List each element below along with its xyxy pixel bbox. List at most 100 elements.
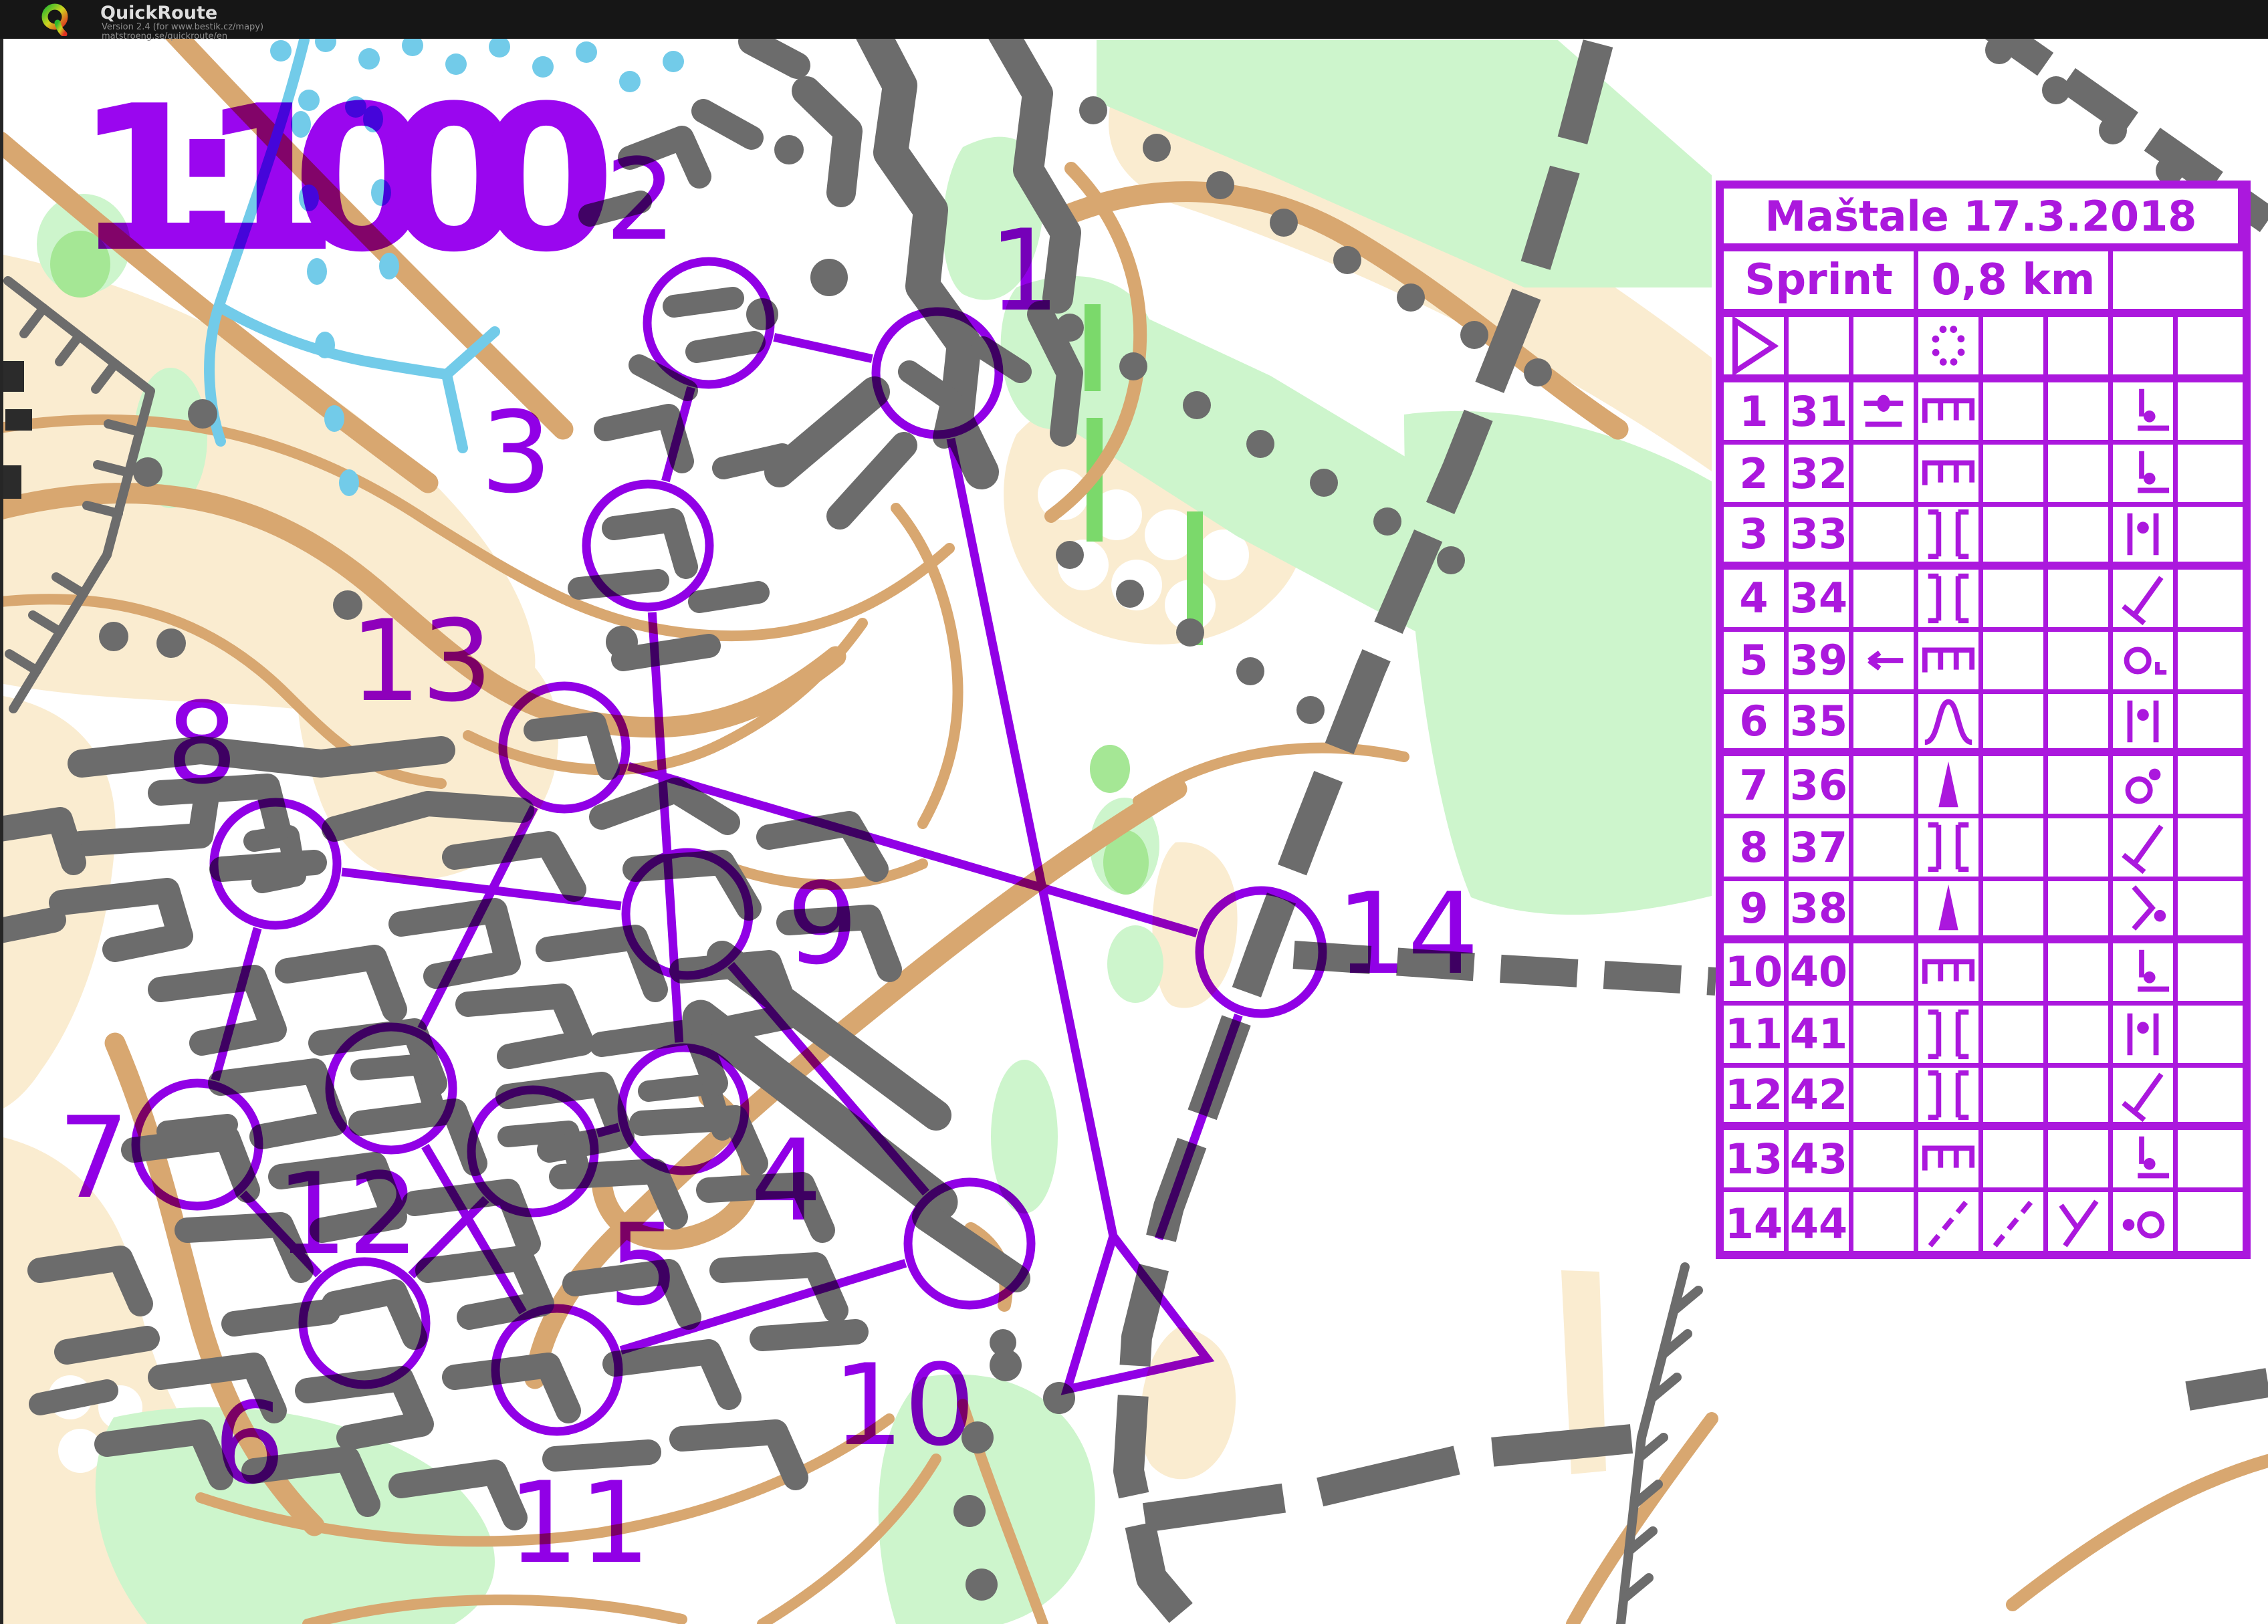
cs-colG-cell xyxy=(2113,1006,2178,1068)
dash-line-icon xyxy=(1919,1195,1978,1252)
cs-code-cell: 35 xyxy=(1789,694,1853,756)
cs-code-cell: 33 xyxy=(1789,507,1853,569)
control-number-label-6: 6 xyxy=(214,1378,286,1509)
cs-colC-cell xyxy=(1853,507,1918,569)
window-left-border xyxy=(0,0,3,1624)
control-number-label-2: 2 xyxy=(605,134,677,265)
cs-colC-cell xyxy=(1853,694,1918,756)
cs-colD-cell xyxy=(1918,818,1983,881)
cs-colH-cell xyxy=(2178,1192,2243,1254)
cs-colE-cell xyxy=(1983,943,2048,1006)
cs-colC-cell xyxy=(1853,756,1918,818)
cs-code-cell: 40 xyxy=(1789,943,1853,1006)
junction-y-icon xyxy=(2049,1195,2108,1252)
cs-number-cell-4: 4 xyxy=(1724,570,1789,632)
sheet-title-cell: Maštale 17.3.2018 xyxy=(1724,189,2243,251)
check-icon xyxy=(2114,1068,2172,1124)
cs-code-cell: 37 xyxy=(1789,818,1853,881)
app-title: QuickRoute xyxy=(100,3,217,23)
bracket-icon xyxy=(1919,1068,1978,1124)
cs-number-cell-1: 1 xyxy=(1724,382,1789,445)
cs-colC-cell xyxy=(1853,445,1918,507)
control-number-label-7: 7 xyxy=(58,1092,130,1224)
cs-colG-cell xyxy=(2113,818,2178,881)
cs-number-cell-7: 7 xyxy=(1724,756,1789,818)
cs-code-cell: 34 xyxy=(1789,570,1853,632)
cs-colE-cell xyxy=(1983,445,2048,507)
cs-colE-cell xyxy=(1983,317,2048,382)
cs-colH-cell xyxy=(2178,1130,2243,1192)
wall-icon xyxy=(1919,382,1978,440)
cs-number-cell-13: 13 xyxy=(1724,1130,1789,1192)
cs-colG-cell xyxy=(2113,1068,2178,1130)
cs-colC-cell xyxy=(1853,1192,1918,1254)
wall-icon xyxy=(1919,445,1978,502)
control-number-label-10: 10 xyxy=(832,1340,976,1471)
cs-colE-cell xyxy=(1983,881,2048,943)
start-triangle-icon xyxy=(1724,317,1784,378)
control-number-label-8: 8 xyxy=(166,678,238,809)
between-dot-icon xyxy=(2114,507,2172,563)
cs-colH-cell xyxy=(2178,570,2243,632)
cs-colD-cell xyxy=(1918,382,1983,445)
cs-colH-cell xyxy=(2178,943,2243,1006)
cs-colC-cell xyxy=(1853,632,1918,694)
cs-colD-cell xyxy=(1918,317,1983,382)
arrow-left-icon xyxy=(1854,632,1913,689)
cs-colH-cell xyxy=(2178,1068,2243,1130)
wall-icon xyxy=(1919,1130,1978,1187)
cs-colF-cell xyxy=(2048,694,2113,756)
cs-colF-cell xyxy=(2048,1068,2113,1130)
cs-code-cell: 36 xyxy=(1789,756,1853,818)
cs-colD-cell xyxy=(1918,445,1983,507)
cs-colH-cell xyxy=(2178,445,2243,507)
cs-colF-cell xyxy=(2048,756,2113,818)
cs-colC-cell xyxy=(1853,881,1918,943)
cs-colE-cell xyxy=(1983,1006,2048,1068)
cs-colG-cell xyxy=(2113,1130,2178,1192)
cs-colG-cell xyxy=(2113,943,2178,1006)
corner-dot-icon xyxy=(2114,382,2172,440)
cs-colD-cell xyxy=(1918,1192,1983,1254)
cs-colC-cell xyxy=(1853,317,1918,382)
cs-colF-cell xyxy=(2048,317,2113,382)
wall-icon xyxy=(1919,632,1978,689)
corner-dot-icon xyxy=(2114,1130,2172,1187)
cs-colE-cell xyxy=(1983,756,2048,818)
bracket-icon xyxy=(1919,818,1978,876)
between-dot-icon xyxy=(2114,1006,2172,1063)
cs-colH-cell xyxy=(2178,881,2243,943)
cs-colG-cell xyxy=(2113,382,2178,445)
cs-colH-cell xyxy=(2178,756,2243,818)
cs-colC-cell xyxy=(1853,570,1918,632)
cs-colH-cell xyxy=(2178,382,2243,445)
cs-code-cell: 31 xyxy=(1789,382,1853,445)
cs-colF-cell xyxy=(2048,818,2113,881)
chevron-dot-icon xyxy=(2114,881,2172,937)
cs-number-cell-5: 5 xyxy=(1724,632,1789,694)
circle-corner-icon xyxy=(2114,632,2172,689)
cs-code-cell: 41 xyxy=(1789,1006,1853,1068)
quickroute-q-logo-icon xyxy=(39,3,72,36)
cs-start-row-cell xyxy=(1724,317,1789,382)
control-number-label-4: 4 xyxy=(751,1115,822,1246)
cs-number-cell-14: 14 xyxy=(1724,1192,1789,1254)
control-number-label-12: 12 xyxy=(276,1149,419,1280)
cs-colF-cell xyxy=(2048,570,2113,632)
dotted-clearing-icon xyxy=(1919,317,1978,374)
corner-dot-icon xyxy=(2114,445,2172,502)
cs-colD-cell xyxy=(1918,943,1983,1006)
cs-colG-cell xyxy=(2113,632,2178,694)
cs-code-cell: 39 xyxy=(1789,632,1853,694)
between-dot-icon xyxy=(2114,694,2172,750)
bracket-icon xyxy=(1919,1006,1978,1063)
cs-colD-cell xyxy=(1918,881,1983,943)
cs-colG-cell xyxy=(2113,756,2178,818)
boulder-icon xyxy=(1919,881,1978,937)
cs-colH-cell xyxy=(2178,507,2243,569)
cs-colG-cell xyxy=(2113,445,2178,507)
cs-colD-cell xyxy=(1918,1130,1983,1192)
control-number-label-1: 1 xyxy=(989,205,1060,336)
cs-number-cell-6: 6 xyxy=(1724,694,1789,756)
dash-line-icon xyxy=(1984,1195,2043,1252)
